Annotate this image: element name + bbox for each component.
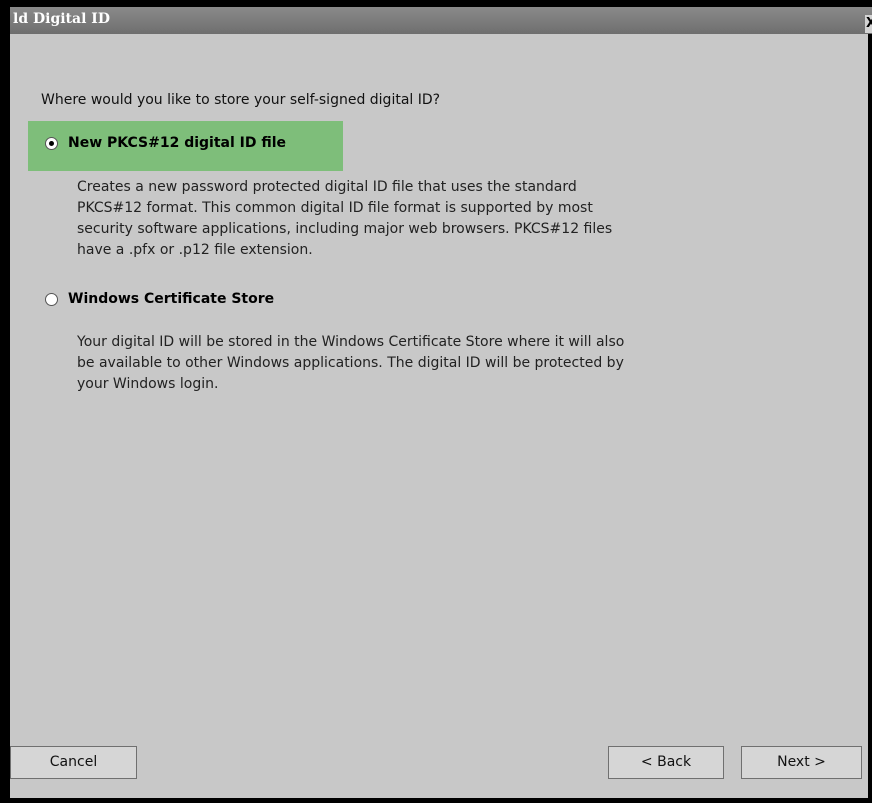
close-button[interactable]: X — [865, 15, 872, 33]
window-title: ld Digital ID — [13, 11, 110, 27]
next-button[interactable]: Next > — [741, 746, 862, 779]
windows-store-option-label[interactable]: Windows Certificate Store — [68, 291, 274, 307]
question-text: Where would you like to store your self-… — [41, 92, 441, 108]
dialog-window: ld Digital ID X Where would you like to … — [0, 0, 872, 803]
windows-store-radio-button[interactable] — [45, 293, 58, 306]
pkcs12-option-label[interactable]: New PKCS#12 digital ID file — [68, 135, 286, 151]
title-bar[interactable]: ld Digital ID X — [10, 7, 872, 34]
cancel-button[interactable]: Cancel — [10, 746, 137, 779]
pkcs12-radio-button[interactable] — [45, 137, 58, 150]
dialog-body: Where would you like to store your self-… — [10, 34, 868, 798]
windows-store-option-description: Your digital ID will be stored in the Wi… — [77, 334, 625, 392]
pkcs12-option-description: Creates a new password protected digital… — [77, 179, 613, 258]
back-button[interactable]: < Back — [608, 746, 724, 779]
